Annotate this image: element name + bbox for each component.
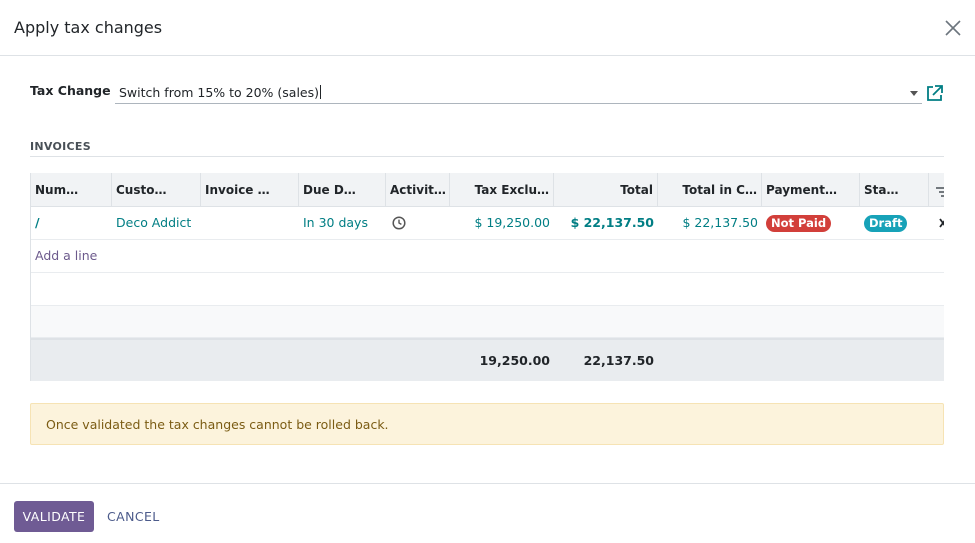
invoice-date[interactable]	[201, 207, 299, 239]
invoice-customer[interactable]: Deco Addict	[112, 207, 201, 239]
table-header: Num… Custo… Invoice … Due D… Activit… Ta…	[31, 173, 944, 207]
status-cell[interactable]: Draft	[860, 207, 929, 239]
close-icon[interactable]	[943, 18, 963, 38]
payment-status-badge: Not Paid	[766, 215, 832, 232]
column-total[interactable]: Total	[554, 173, 658, 207]
empty-row	[31, 306, 944, 338]
add-a-line-link[interactable]: Add a line	[35, 240, 97, 272]
add-line-row: Add a line	[31, 240, 944, 273]
status-badge: Draft	[864, 215, 908, 232]
column-total-currency[interactable]: Total in C…	[658, 173, 762, 207]
cancel-button[interactable]: CANCEL	[107, 501, 160, 532]
column-number[interactable]: Num…	[31, 173, 112, 207]
clock-icon[interactable]	[392, 216, 406, 230]
column-payment-status[interactable]: Payment…	[762, 173, 860, 207]
total-amount: 22,137.50	[583, 353, 654, 368]
invoice-total-currency[interactable]: $ 22,137.50	[658, 207, 762, 239]
invoice-tax-excluded[interactable]: $ 19,250.00	[450, 207, 554, 239]
table-totals-row: 19,250.00 22,137.50	[31, 338, 944, 381]
total-tax-excluded: 19,250.00	[479, 353, 550, 368]
empty-row	[31, 273, 944, 306]
invoice-due-date[interactable]: In 30 days	[299, 207, 386, 239]
column-invoice-date[interactable]: Invoice …	[201, 173, 299, 207]
invoice-total[interactable]: $ 22,137.50	[554, 207, 658, 239]
column-tax-excluded[interactable]: Tax Exclu…	[450, 173, 554, 207]
table-row[interactable]: / Deco Addict In 30 days $ 19,250.00 $ 2…	[31, 207, 944, 240]
warning-alert: Once validated the tax changes cannot be…	[30, 403, 944, 445]
external-link-icon[interactable]	[925, 84, 944, 103]
optional-columns-icon[interactable]	[933, 184, 944, 198]
dialog-header: Apply tax changes	[0, 0, 975, 56]
tax-change-value: Switch from 15% to 20% (sales)	[119, 85, 321, 100]
column-activities[interactable]: Activit…	[386, 173, 450, 207]
activity-cell[interactable]	[386, 207, 450, 239]
column-status[interactable]: Sta…	[860, 173, 929, 207]
invoices-table: Num… Custo… Invoice … Due D… Activit… Ta…	[30, 173, 944, 381]
payment-status-cell[interactable]: Not Paid	[762, 207, 860, 239]
chevron-down-icon[interactable]	[910, 91, 918, 96]
tax-change-label: Tax Change	[30, 83, 111, 98]
validate-button[interactable]: VALIDATE	[14, 501, 94, 532]
warning-alert-text: Once validated the tax changes cannot be…	[46, 417, 389, 432]
tax-change-input[interactable]: Switch from 15% to 20% (sales)	[115, 82, 922, 104]
invoice-number[interactable]: /	[31, 207, 112, 239]
invoices-section-title: INVOICES	[30, 140, 91, 153]
dialog-title: Apply tax changes	[14, 18, 163, 37]
section-divider	[30, 156, 944, 157]
column-due-date[interactable]: Due D…	[299, 173, 386, 207]
delete-row-icon[interactable]	[939, 218, 944, 228]
column-customer[interactable]: Custo…	[112, 173, 201, 207]
text-cursor	[320, 85, 321, 99]
dialog-footer: VALIDATE CANCEL	[0, 483, 975, 543]
